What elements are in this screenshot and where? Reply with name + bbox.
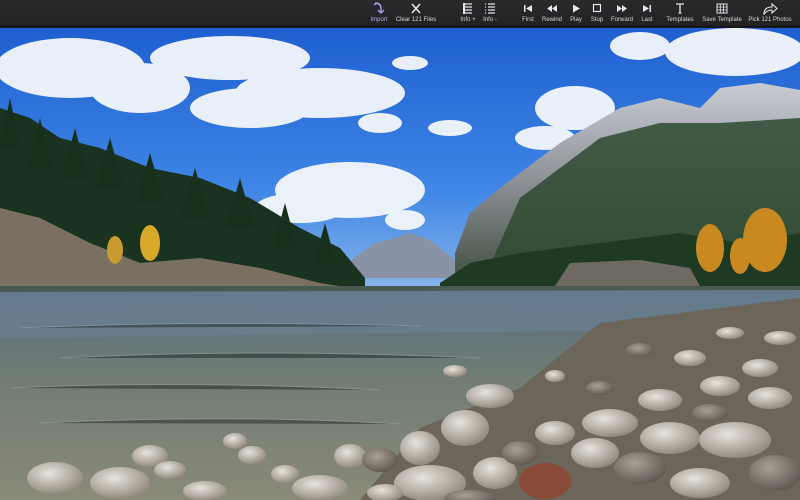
fast-forward-icon (617, 5, 627, 12)
skip-back-icon (524, 5, 532, 12)
play-label: Play (570, 17, 582, 23)
skip-forward-icon (643, 5, 651, 12)
stop-icon (592, 3, 602, 13)
rewind-icon (547, 5, 557, 12)
list-minus-icon (485, 3, 495, 14)
list-plus-icon (463, 3, 472, 14)
share-arrow-icon (763, 2, 778, 15)
info-minus-label: Info - (483, 17, 497, 23)
stop-label: Stop (590, 17, 604, 23)
import-icon (373, 2, 385, 14)
first-button[interactable]: First (519, 2, 537, 26)
info-minus-button[interactable]: Info - (481, 2, 499, 26)
pick-photos-label: Pick 121 Photos (748, 17, 792, 23)
import-button[interactable]: Import (369, 2, 389, 26)
text-icon (676, 3, 684, 14)
info-plus-label: Info + (460, 17, 476, 23)
save-template-button[interactable]: Save Template (701, 2, 743, 26)
toolbar: Import Clear 121 Files Info + Info - Fir… (0, 0, 800, 27)
last-label: Last (641, 17, 653, 23)
clear-files-button[interactable]: Clear 121 Files (396, 2, 436, 26)
stop-button[interactable]: Stop (589, 2, 605, 26)
save-template-label: Save Template (702, 17, 742, 23)
play-button[interactable]: Play (568, 2, 584, 26)
play-icon (573, 4, 580, 13)
rewind-button[interactable]: Rewind (541, 2, 563, 26)
last-button[interactable]: Last (639, 2, 655, 26)
landscape-photo (0, 28, 800, 500)
first-label: First (522, 17, 534, 23)
clear-files-label: Clear 121 Files (395, 17, 437, 23)
photo-preview (0, 28, 800, 500)
rewind-label: Rewind (541, 17, 562, 23)
forward-button[interactable]: Forward (610, 2, 634, 26)
templates-button[interactable]: Templates (665, 2, 695, 26)
import-label: Import (370, 17, 388, 23)
forward-label: Forward (610, 17, 633, 23)
pick-photos-button[interactable]: Pick 121 Photos (748, 2, 792, 26)
info-plus-button[interactable]: Info + (459, 2, 477, 26)
grid-icon (716, 3, 728, 14)
close-icon (411, 3, 421, 14)
templates-label: Templates (666, 17, 694, 23)
